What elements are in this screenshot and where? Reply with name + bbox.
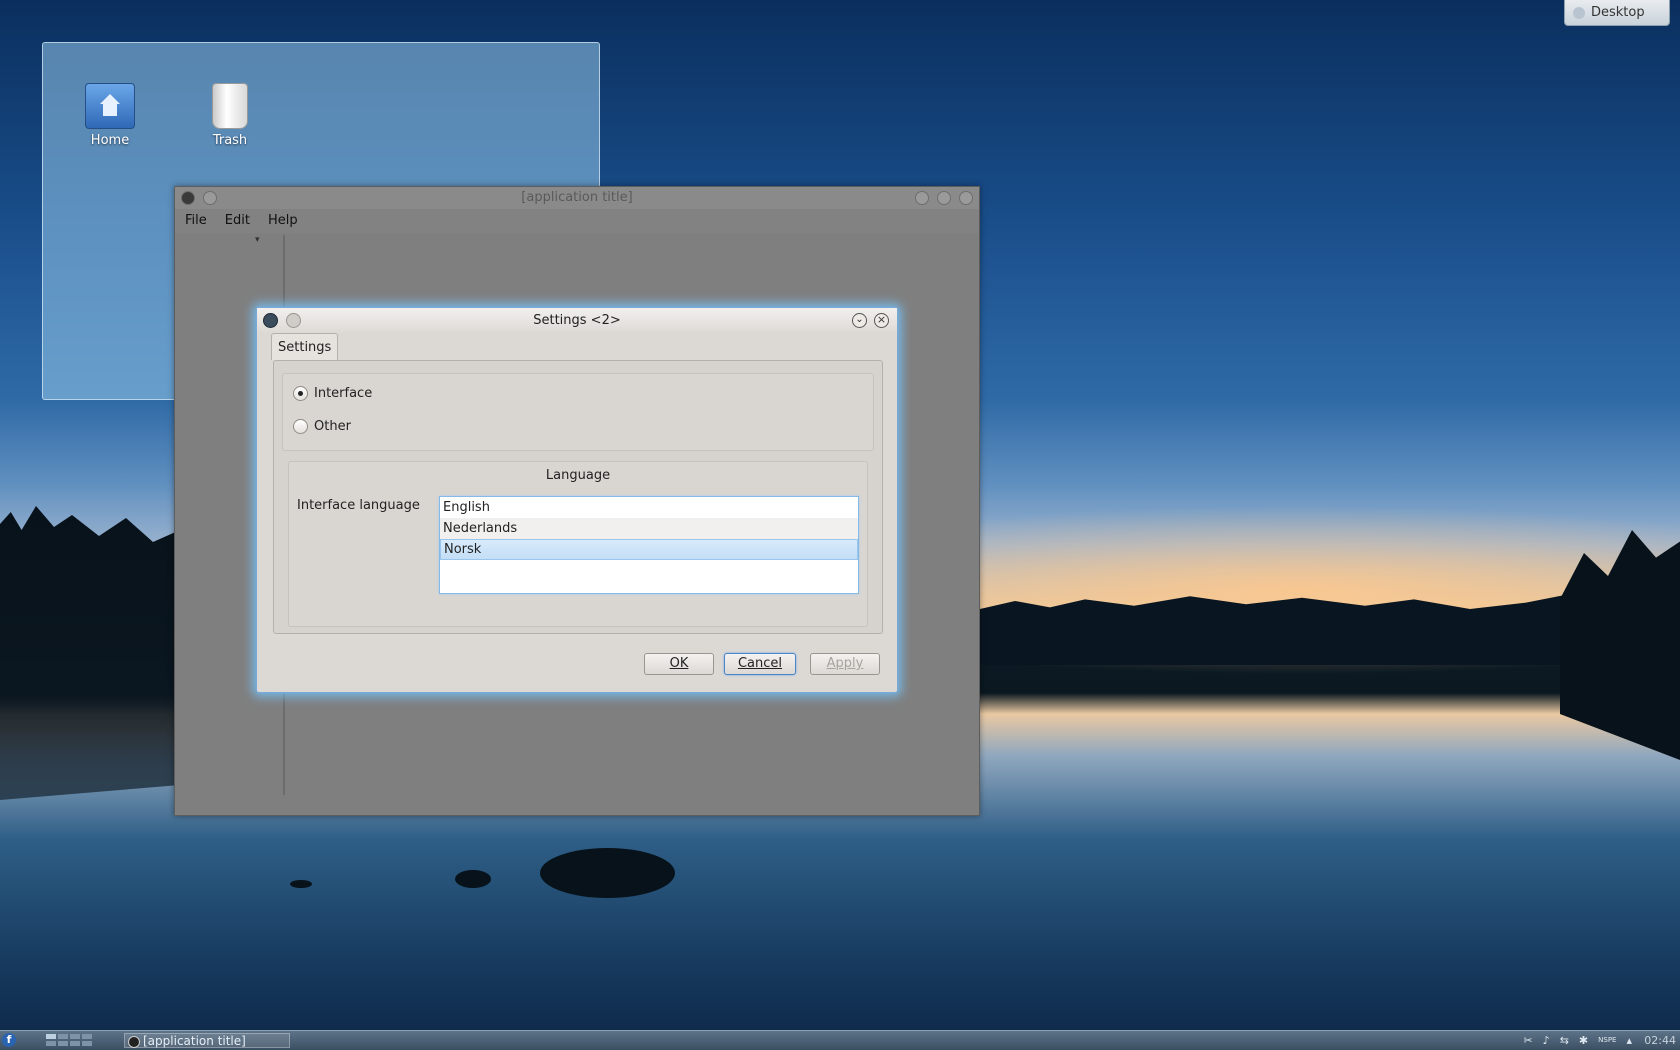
list-item[interactable]: English — [440, 497, 858, 518]
list-item-selected[interactable]: Norsk — [440, 539, 858, 560]
close-icon[interactable] — [959, 191, 973, 205]
pager-desktop[interactable] — [70, 1034, 80, 1039]
minimize-icon[interactable]: ⌄ — [852, 313, 867, 328]
pager-desktop[interactable] — [58, 1041, 68, 1046]
desktop-toolbox-button[interactable]: Desktop — [1564, 0, 1670, 26]
taskbar: f [application title] ✂ ♪ ⇆ ✱ NSPE ▴ 02:… — [0, 1030, 1680, 1050]
bluetooth-icon[interactable]: ✱ — [1579, 1033, 1588, 1048]
trash-icon — [212, 83, 248, 129]
desktop-icon-home[interactable]: Home — [65, 83, 155, 148]
tab-settings[interactable]: Settings — [271, 333, 339, 360]
section-radio-group: Interface Other — [282, 373, 874, 451]
desktop-icon-label: Home — [90, 133, 130, 148]
home-folder-icon — [85, 83, 135, 129]
wallpaper-rock — [290, 880, 312, 888]
keyboard-layout-indicator[interactable]: NSPE — [1598, 1033, 1616, 1048]
apply-button: Apply — [810, 653, 880, 675]
cancel-button[interactable]: Cancel — [724, 653, 796, 675]
radio-checked-icon[interactable] — [293, 386, 308, 401]
radio-interface-label: Interface — [314, 386, 373, 401]
radio-unchecked-icon[interactable] — [293, 419, 308, 434]
language-list[interactable]: English Nederlands Norsk — [439, 496, 859, 594]
pager-desktop[interactable] — [58, 1034, 68, 1039]
splitter-arrow-icon[interactable]: ▾ — [255, 235, 260, 245]
desktop-icon-label: Trash — [212, 133, 248, 148]
language-group-title: Language — [545, 468, 611, 483]
desktop-icon-trash[interactable]: Trash — [185, 83, 275, 148]
language-groupbox: Language Interface language English Nede… — [288, 461, 868, 627]
dialog-titlebar[interactable]: Settings <2> ⌄ × — [257, 308, 897, 334]
pager-desktop[interactable] — [82, 1034, 92, 1039]
close-icon[interactable]: × — [874, 313, 889, 328]
pager-desktop[interactable] — [70, 1041, 80, 1046]
network-icon[interactable]: ⇆ — [1560, 1033, 1569, 1048]
interface-language-label: Interface language — [297, 498, 420, 513]
application-launcher-icon[interactable]: f — [2, 1033, 16, 1047]
cancel-button-label: Cancel — [737, 656, 783, 671]
tray-expand-icon[interactable]: ▴ — [1626, 1033, 1632, 1048]
system-tray: ✂ ♪ ⇆ ✱ NSPE ▴ — [1523, 1033, 1632, 1048]
radio-other[interactable]: Other — [293, 419, 351, 434]
menu-edit[interactable]: Edit — [225, 209, 250, 233]
ok-button-label: OK — [669, 656, 689, 671]
app-menubar: File Edit Help — [175, 209, 979, 233]
ok-button[interactable]: OK — [644, 653, 714, 675]
wallpaper-rock — [455, 870, 491, 888]
settings-dialog[interactable]: Settings <2> ⌄ × Settings Interface Othe… — [256, 307, 898, 693]
apply-button-label: Apply — [826, 656, 864, 671]
clipboard-icon[interactable]: ✂ — [1523, 1033, 1532, 1048]
app-menu-icon[interactable] — [181, 191, 195, 205]
taskbar-task-app[interactable]: [application title] — [124, 1033, 290, 1048]
wallpaper-rock — [540, 848, 675, 898]
wallpaper-treeline-far-right — [1560, 530, 1680, 760]
pager-desktop[interactable] — [82, 1041, 92, 1046]
minimize-icon[interactable] — [915, 191, 929, 205]
settings-tab-panel: Interface Other Language Interface langu… — [273, 360, 883, 634]
menu-file[interactable]: File — [185, 209, 207, 233]
plasma-icon — [1573, 6, 1585, 19]
pager-desktop[interactable] — [46, 1041, 56, 1046]
volume-icon[interactable]: ♪ — [1543, 1033, 1550, 1048]
app-titlebar[interactable]: [application title] — [175, 187, 979, 209]
dialog-title: Settings <2> — [533, 313, 621, 328]
menu-help[interactable]: Help — [268, 209, 298, 233]
on-all-desktops-icon[interactable] — [286, 313, 301, 328]
clock[interactable]: 02:44 — [1644, 1033, 1676, 1048]
app-title: [application title] — [521, 190, 633, 205]
desktop-toolbox-label: Desktop — [1591, 5, 1645, 20]
radio-other-label: Other — [314, 419, 351, 434]
wallpaper-treeline-left — [0, 506, 180, 800]
maximize-icon[interactable] — [937, 191, 951, 205]
radio-interface[interactable]: Interface — [293, 386, 372, 401]
pager-desktop[interactable] — [46, 1034, 56, 1039]
list-item[interactable]: Nederlands — [440, 518, 858, 539]
on-all-desktops-icon[interactable] — [203, 191, 217, 205]
dialog-app-icon[interactable] — [263, 313, 278, 328]
desktop-pager[interactable] — [46, 1034, 92, 1046]
